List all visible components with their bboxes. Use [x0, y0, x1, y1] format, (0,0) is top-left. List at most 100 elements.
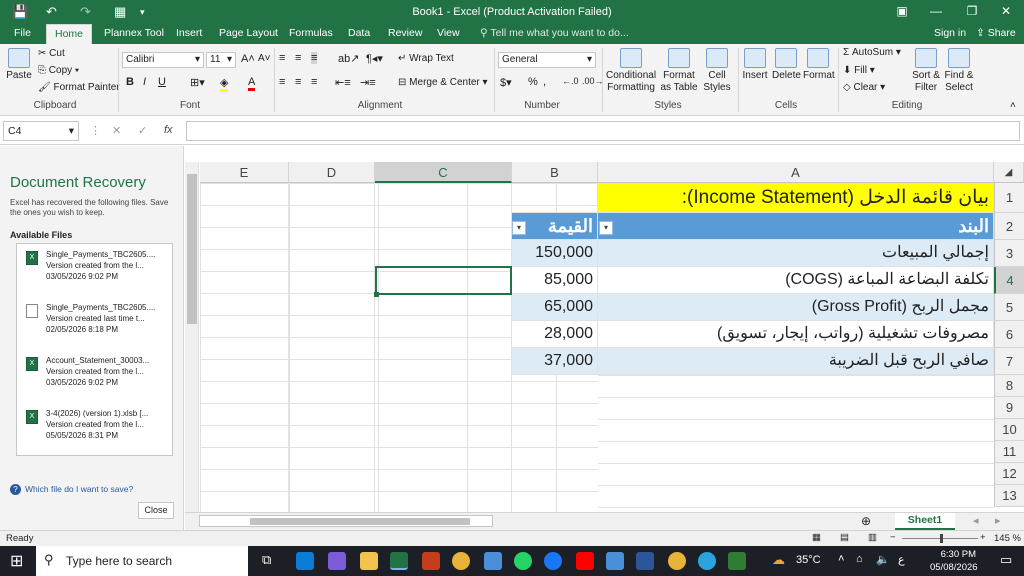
- table-cell-value[interactable]: 28,000: [512, 321, 598, 348]
- font-name-combo[interactable]: Calibri ▾: [122, 52, 204, 68]
- table-cell-value[interactable]: 85,000: [512, 267, 598, 294]
- clock-date[interactable]: 05/08/2026: [930, 562, 978, 573]
- volume-icon[interactable]: 🔈: [876, 553, 890, 566]
- column-header-e[interactable]: E: [200, 162, 289, 183]
- find-select-button[interactable]: Find & Select: [944, 48, 974, 94]
- delete-cells-button[interactable]: Delete: [772, 48, 801, 82]
- clock-time[interactable]: 6:30 PM: [936, 549, 976, 560]
- conditional-formatting-button[interactable]: Conditional Formatting: [606, 48, 656, 94]
- orientation-icon[interactable]: ab↗: [338, 52, 359, 65]
- page-layout-view-icon[interactable]: ▤: [840, 532, 849, 543]
- borders-icon[interactable]: ⊞▾: [190, 76, 205, 89]
- merge-center-button[interactable]: ⊟ Merge & Center ▾: [398, 77, 488, 88]
- help-link[interactable]: ? Which file do I want to save?: [10, 484, 133, 495]
- tab-data[interactable]: Data: [348, 27, 370, 39]
- row-header-1[interactable]: 1: [994, 183, 1024, 213]
- row-header-4[interactable]: 4: [994, 267, 1024, 294]
- grow-font-icon[interactable]: A˄: [241, 53, 255, 65]
- sign-in-link[interactable]: Sign in: [934, 27, 966, 39]
- sheet-nav-right-icon[interactable]: ▸: [995, 514, 1001, 527]
- insert-cells-button[interactable]: Insert: [742, 48, 768, 82]
- row-header-5[interactable]: 5: [994, 294, 1024, 321]
- excel-taskbar-icon[interactable]: [390, 552, 408, 570]
- tray-chevron-icon[interactable]: ˄: [838, 553, 844, 565]
- recovered-file-item[interactable]: Single_Payments_TBC2605.... Version crea…: [17, 299, 172, 349]
- youtube-icon[interactable]: [576, 552, 594, 570]
- chrome-icon[interactable]: [668, 552, 686, 570]
- format-painter-button[interactable]: 🖌 Format Painter: [38, 82, 120, 93]
- row-header-3[interactable]: 3: [994, 240, 1024, 267]
- column-header-c[interactable]: C: [375, 162, 512, 183]
- bold-button[interactable]: B: [126, 76, 134, 88]
- fill-handle[interactable]: [374, 292, 379, 297]
- table-cell-item[interactable]: مصروفات تشغيلية (رواتب، إيجار، تسويق): [598, 321, 994, 348]
- close-window-button[interactable]: ✕: [996, 4, 1016, 18]
- decrease-indent-icon[interactable]: ⇤≡: [335, 76, 351, 89]
- comma-style-icon[interactable]: ,: [543, 76, 546, 88]
- tab-view[interactable]: View: [437, 27, 460, 39]
- zoom-level[interactable]: 145 %: [994, 533, 1021, 544]
- sort-filter-button[interactable]: Sort & Filter: [910, 48, 942, 94]
- recovered-file-item[interactable]: X Single_Payments_TBC2605.... Version cr…: [17, 246, 172, 296]
- percent-style-icon[interactable]: %: [528, 76, 538, 88]
- align-bottom-icon[interactable]: ≡: [311, 52, 318, 64]
- row-header-10[interactable]: 10: [994, 419, 1024, 441]
- underline-button[interactable]: U: [158, 76, 166, 88]
- italic-button[interactable]: I: [143, 76, 146, 88]
- align-left-icon[interactable]: ≡: [279, 76, 285, 88]
- empty-cells-area[interactable]: [598, 375, 994, 512]
- tab-formulas[interactable]: Formulas: [289, 27, 333, 39]
- tab-insert[interactable]: Insert: [176, 27, 202, 39]
- tell-me-search[interactable]: ⚲ Tell me what you want to do...: [480, 27, 629, 39]
- tab-file[interactable]: File: [14, 27, 31, 39]
- word-icon[interactable]: [636, 552, 654, 570]
- row-header-11[interactable]: 11: [994, 441, 1024, 463]
- copy-button[interactable]: ⎘ Copy ▾: [38, 65, 79, 76]
- weather-temperature[interactable]: 35°C: [796, 554, 821, 566]
- chrome-icon[interactable]: [452, 552, 470, 570]
- table-cell-item[interactable]: إجمالي المبيعات: [598, 240, 994, 267]
- collapse-ribbon-icon[interactable]: ˄: [1010, 100, 1016, 111]
- page-break-view-icon[interactable]: ▥: [868, 532, 877, 543]
- close-recovery-button[interactable]: Close: [138, 502, 174, 519]
- scroll-thumb[interactable]: [250, 518, 470, 525]
- select-all-corner[interactable]: ◢: [994, 162, 1024, 183]
- align-right-icon[interactable]: ≡: [311, 76, 317, 88]
- sheet-nav-left-icon[interactable]: ◂: [973, 514, 979, 527]
- minimize-button[interactable]: —: [926, 4, 946, 18]
- table-cell-value[interactable]: 37,000: [512, 348, 598, 375]
- active-cell-c4[interactable]: [375, 266, 512, 295]
- recovered-file-item[interactable]: X 3-4(2026) (version 1).xlsb [... Versio…: [17, 405, 172, 455]
- tab-review[interactable]: Review: [388, 27, 422, 39]
- zoom-in-icon[interactable]: +: [980, 532, 986, 543]
- row-header-13[interactable]: 13: [994, 485, 1024, 507]
- increase-indent-icon[interactable]: ⇥≡: [360, 76, 376, 89]
- scroll-thumb[interactable]: [187, 174, 197, 324]
- table-cell-item[interactable]: صافي الربح قبل الضريبة: [598, 348, 994, 375]
- table-cell-value[interactable]: 150,000: [512, 240, 598, 267]
- increase-decimal-icon[interactable]: ←.0: [562, 76, 579, 86]
- font-size-combo[interactable]: 11 ▾: [206, 52, 236, 68]
- filter-dropdown-icon[interactable]: ▾: [599, 221, 613, 235]
- align-center-icon[interactable]: ≡: [295, 76, 301, 88]
- table-cell-item[interactable]: مجمل الربح (Gross Profit): [598, 294, 994, 321]
- shrink-font-icon[interactable]: A˅: [258, 53, 271, 64]
- network-icon[interactable]: ⌂: [856, 553, 863, 565]
- filter-dropdown-icon[interactable]: ▾: [512, 221, 526, 235]
- row-header-9[interactable]: 9: [994, 397, 1024, 419]
- format-as-table-button[interactable]: Format as Table: [658, 48, 700, 94]
- calculator-icon[interactable]: [484, 552, 502, 570]
- cell-styles-button[interactable]: Cell Styles: [702, 48, 732, 94]
- number-format-combo[interactable]: General ▾: [498, 52, 596, 68]
- tab-plannex[interactable]: Plannex Tool: [104, 27, 164, 39]
- whatsapp-icon[interactable]: [514, 552, 532, 570]
- name-box[interactable]: C4 ▾: [3, 121, 79, 141]
- notifications-icon[interactable]: ▭: [1000, 552, 1012, 568]
- cancel-icon[interactable]: ✕: [112, 124, 121, 137]
- zoom-slider-thumb[interactable]: [940, 534, 943, 543]
- zoom-out-icon[interactable]: −: [890, 532, 896, 543]
- cell-b1[interactable]: [512, 183, 598, 213]
- taskbar-search[interactable]: ⚲ Type here to search: [36, 546, 248, 576]
- clear-button[interactable]: ◇ Clear ▾: [843, 82, 885, 93]
- ribbon-display-icon[interactable]: ▣: [892, 4, 912, 18]
